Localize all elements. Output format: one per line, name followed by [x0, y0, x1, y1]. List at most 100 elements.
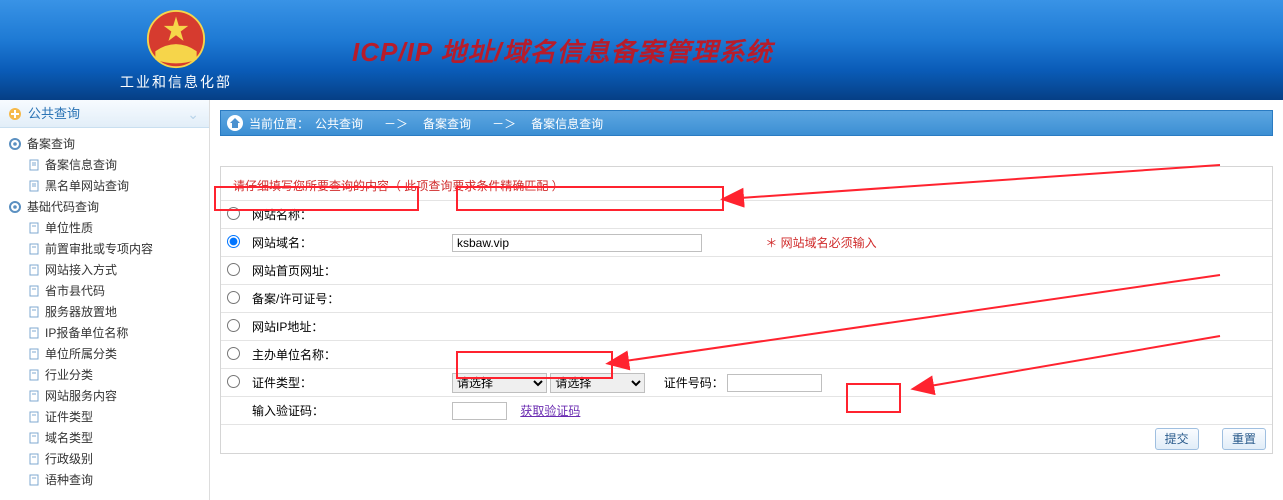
sidebar-group-label: 基础代码查询 — [27, 198, 99, 215]
sidebar-item[interactable]: 网站接入方式 — [0, 259, 209, 280]
page-icon — [28, 390, 40, 402]
radio-homepage[interactable] — [227, 263, 240, 276]
page-icon — [28, 411, 40, 423]
app-header: 工业和信息化部 ICP/IP 地址/域名信息备案管理系统 — [0, 0, 1283, 100]
sidebar-item-label: 域名类型 — [45, 429, 93, 446]
sidebar-item[interactable]: IP报备单位名称 — [0, 322, 209, 343]
sidebar-item-label: 行政级别 — [45, 450, 93, 467]
sidebar-item-label: 服务器放置地 — [45, 303, 117, 320]
input-captcha[interactable] — [452, 402, 507, 420]
sidebar-item-label: IP报备单位名称 — [45, 324, 128, 341]
form-row-homepage: 网站首页网址： — [221, 257, 1272, 285]
label-domain: 网站域名： — [246, 229, 446, 257]
breadcrumb-b[interactable]: 备案查询 — [423, 115, 471, 132]
sidebar-item[interactable]: 单位性质 — [0, 217, 209, 238]
form-hint: 请仔细填写您所要查询的内容（ 此项查询要求条件精确匹配 ） — [221, 167, 1272, 200]
page-icon — [28, 285, 40, 297]
submit-button[interactable]: 提交 — [1155, 428, 1199, 450]
label-ip: 网站IP地址： — [246, 313, 446, 341]
sidebar-item[interactable]: 证件类型 — [0, 406, 209, 427]
breadcrumb-sep: －＞ — [492, 115, 516, 132]
sidebar-item-label: 网站接入方式 — [45, 261, 117, 278]
sidebar-item-beian-info[interactable]: 备案信息查询 — [0, 154, 209, 175]
national-emblem-icon — [146, 9, 206, 69]
sidebar-header-icon — [8, 107, 22, 121]
sidebar-item[interactable]: 行业分类 — [0, 364, 209, 385]
page-icon — [28, 243, 40, 255]
reset-button[interactable]: 重置 — [1222, 428, 1266, 450]
page-icon — [28, 306, 40, 318]
input-domain[interactable] — [452, 234, 702, 252]
page-icon — [28, 348, 40, 360]
form-row-domain: 网站域名： ＊ 网站域名必须输入 — [221, 229, 1272, 257]
select-cert-type-1[interactable]: 请选择 — [452, 373, 547, 393]
label-homepage: 网站首页网址： — [246, 257, 446, 285]
breadcrumb-c[interactable]: 备案信息查询 — [531, 115, 603, 132]
label-org: 主办单位名称： — [246, 341, 446, 369]
form-row-buttons: 提交 重置 — [221, 425, 1272, 454]
label-captcha: 输入验证码： — [246, 397, 446, 425]
sidebar-item-label: 前置审批或专项内容 — [45, 240, 153, 257]
radio-license[interactable] — [227, 291, 240, 304]
form-row-ip: 网站IP地址： — [221, 313, 1272, 341]
page-icon — [28, 159, 40, 171]
sidebar-item[interactable]: 单位所属分类 — [0, 343, 209, 364]
sidebar-item-label: 行业分类 — [45, 366, 93, 383]
breadcrumb-sep: －＞ — [384, 115, 408, 132]
sidebar-item-label: 黑名单网站查询 — [45, 177, 129, 194]
sidebar-item-label: 语种查询 — [45, 471, 93, 488]
sidebar-item[interactable]: 语种查询 — [0, 469, 209, 490]
breadcrumb-loc-label: 当前位置： — [249, 115, 309, 132]
form-row-org: 主办单位名称： — [221, 341, 1272, 369]
gear-icon — [8, 200, 22, 214]
sidebar-group-beian[interactable]: 备案查询 — [0, 133, 209, 154]
sidebar-header-label: 公共查询 — [28, 100, 80, 128]
sidebar-item-blacklist[interactable]: 黑名单网站查询 — [0, 175, 209, 196]
radio-cert[interactable] — [227, 375, 240, 388]
sidebar-item[interactable]: 网站服务内容 — [0, 385, 209, 406]
page-icon — [28, 432, 40, 444]
query-form-panel: 请仔细填写您所要查询的内容（ 此项查询要求条件精确匹配 ） 网站名称： 网站域名… — [220, 166, 1273, 454]
sidebar-item[interactable]: 服务器放置地 — [0, 301, 209, 322]
radio-org[interactable] — [227, 347, 240, 360]
emblem-block: 工业和信息化部 — [120, 9, 232, 92]
radio-ip[interactable] — [227, 319, 240, 332]
content-area: 当前位置： 公共查询 －＞ 备案查询 －＞ 备案信息查询 请仔细填写您所要查询的… — [210, 100, 1283, 500]
sidebar-group-label: 备案查询 — [27, 135, 75, 152]
sidebar-group-basecode[interactable]: 基础代码查询 — [0, 196, 209, 217]
form-row-captcha: 输入验证码： 获取验证码 — [221, 397, 1272, 425]
label-sitename: 网站名称： — [246, 201, 446, 229]
page-icon — [28, 474, 40, 486]
sidebar-collapse-icon[interactable]: ⌄ — [187, 100, 199, 128]
breadcrumb-a[interactable]: 公共查询 — [315, 115, 363, 132]
sidebar-item[interactable]: 前置审批或专项内容 — [0, 238, 209, 259]
system-title: ICP/IP 地址/域名信息备案管理系统 — [352, 32, 773, 69]
sidebar-item-label: 省市县代码 — [45, 282, 105, 299]
page-icon — [28, 327, 40, 339]
sidebar-body: 备案查询 备案信息查询 黑名单网站查询 基础代码查询 单位性质 前置审批或专项内… — [0, 128, 209, 490]
page-icon — [28, 369, 40, 381]
form-row-license: 备案/许可证号： — [221, 285, 1272, 313]
radio-domain[interactable] — [227, 235, 240, 248]
gear-icon — [8, 137, 22, 151]
sidebar-item[interactable]: 省市县代码 — [0, 280, 209, 301]
page-icon — [28, 180, 40, 192]
form-row-cert: 证件类型： 请选择 请选择 证件号码： — [221, 369, 1272, 397]
input-cert-no[interactable] — [727, 374, 822, 392]
breadcrumb: 当前位置： 公共查询 －＞ 备案查询 －＞ 备案信息查询 — [220, 110, 1273, 136]
select-cert-type-2[interactable]: 请选择 — [550, 373, 645, 393]
sidebar-item[interactable]: 行政级别 — [0, 448, 209, 469]
main-layout: 公共查询 ⌄ 备案查询 备案信息查询 黑名单网站查询 基础代码查询 单位性质 — [0, 100, 1283, 500]
sidebar-item[interactable]: 域名类型 — [0, 427, 209, 448]
sidebar: 公共查询 ⌄ 备案查询 备案信息查询 黑名单网站查询 基础代码查询 单位性质 — [0, 100, 210, 500]
domain-required-note: ＊ 网站域名必须输入 — [765, 236, 876, 250]
label-cert: 证件类型： — [246, 369, 446, 397]
sidebar-item-label: 证件类型 — [45, 408, 93, 425]
page-icon — [28, 222, 40, 234]
sidebar-header[interactable]: 公共查询 ⌄ — [0, 100, 209, 128]
sidebar-item-label: 单位所属分类 — [45, 345, 117, 362]
link-get-captcha[interactable]: 获取验证码 — [520, 404, 580, 418]
radio-sitename[interactable] — [227, 207, 240, 220]
home-icon — [227, 115, 243, 131]
dept-name: 工业和信息化部 — [120, 72, 232, 92]
